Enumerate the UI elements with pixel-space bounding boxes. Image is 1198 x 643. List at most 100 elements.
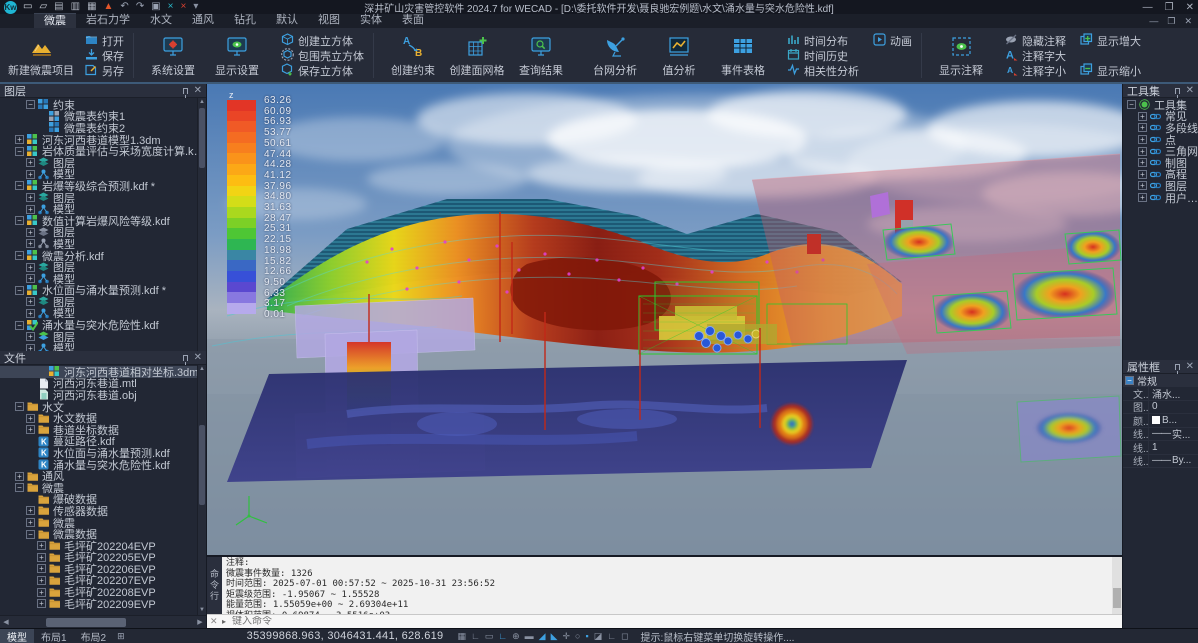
new-file-icon[interactable]: ▭: [23, 0, 32, 14]
ortho-mode-toggle-icon[interactable]: ∟: [498, 629, 507, 643]
layers-close-icon[interactable]: ✕: [194, 86, 202, 96]
files-hscrollbar[interactable]: ◀ ▶: [0, 615, 206, 628]
polar-tracking-toggle-icon[interactable]: ⊕: [512, 629, 520, 643]
toolset-tree-item[interactable]: +用户扩展: [1123, 192, 1198, 204]
tree-expander-icon[interactable]: +: [37, 553, 46, 562]
layer-tree-item[interactable]: −涌水量与突水危险性.kdf: [0, 319, 206, 331]
menu-tab-微震[interactable]: 微震: [34, 13, 76, 28]
ribbon-button-台网分析[interactable]: 台网分析: [583, 30, 647, 81]
files-scrollbar[interactable]: ▲ ▼: [197, 365, 206, 615]
tree-expander-icon[interactable]: +: [15, 135, 24, 144]
tree-expander-icon[interactable]: +: [1138, 170, 1147, 179]
layer-tree-item[interactable]: −水位面与涌水量预测.kdf *: [0, 285, 206, 297]
ribbon-button-注释字小[interactable]: A注释字小: [1005, 63, 1066, 78]
tree-expander-icon[interactable]: +: [1138, 123, 1147, 132]
ribbon-button-时间分布[interactable]: 时间分布: [787, 33, 859, 48]
tree-expander-icon[interactable]: +: [26, 193, 35, 202]
tree-expander-icon[interactable]: −: [26, 530, 35, 539]
ribbon-button-相关性分析[interactable]: 相关性分析: [787, 63, 859, 78]
file-tree-item[interactable]: −微震: [0, 482, 206, 494]
restore-button[interactable]: ❐: [1165, 2, 1174, 13]
menu-tab-岩石力学[interactable]: 岩石力学: [76, 13, 140, 28]
close-view-icon[interactable]: ×: [168, 0, 174, 14]
file-tree-item[interactable]: K涌水量与突水危险性.kdf: [0, 459, 206, 471]
ribbon-button-显示增大[interactable]: 显示增大: [1080, 33, 1141, 48]
tree-expander-icon[interactable]: −: [26, 100, 35, 109]
ribbon-button-创建立方体[interactable]: 创建立方体: [281, 33, 364, 48]
tree-expander-icon[interactable]: +: [1138, 135, 1147, 144]
doc-close-button[interactable]: ✕: [1184, 16, 1192, 27]
tree-expander-icon[interactable]: +: [26, 506, 35, 515]
tree-expander-icon[interactable]: +: [26, 239, 35, 248]
snap-tracking-toggle-icon[interactable]: ◣: [551, 629, 558, 643]
save-icon[interactable]: ▤: [54, 0, 63, 14]
close-button[interactable]: ✕: [1186, 2, 1194, 13]
ribbon-button-隐藏注释[interactable]: 隐藏注释: [1005, 33, 1066, 48]
tree-expander-icon[interactable]: −: [15, 181, 24, 190]
tree-expander-icon[interactable]: +: [37, 599, 46, 608]
tree-expander-icon[interactable]: +: [1138, 158, 1147, 167]
open-file-icon[interactable]: ▱: [39, 0, 47, 14]
file-tree-item[interactable]: 河西河东巷道.obj: [0, 389, 206, 401]
tree-expander-icon[interactable]: −: [1127, 100, 1136, 109]
toolset-close-icon[interactable]: ✕: [1186, 86, 1194, 96]
toolset-pin-icon[interactable]: [1175, 88, 1180, 94]
ribbon-button-事件表格[interactable]: 事件表格: [711, 30, 775, 81]
menu-tab-钻孔[interactable]: 钻孔: [224, 13, 266, 28]
ribbon-button-创建面网格[interactable]: 创建面网格: [445, 30, 509, 81]
ribbon-button-包围壳立方体[interactable]: 包围壳立方体: [281, 48, 364, 63]
menu-tab-表面[interactable]: 表面: [392, 13, 434, 28]
tree-expander-icon[interactable]: +: [26, 309, 35, 318]
tree-expander-icon[interactable]: −: [15, 286, 24, 295]
tree-expander-icon[interactable]: +: [26, 344, 35, 351]
minimize-button[interactable]: —: [1143, 2, 1153, 13]
view-tab-布局1[interactable]: 布局1: [34, 629, 74, 643]
redo-icon[interactable]: ↷: [136, 0, 144, 14]
undo-icon[interactable]: ↶: [120, 0, 128, 14]
ribbon-button-新建微震项目[interactable]: 新建微震项目: [9, 30, 73, 81]
ribbon-button-系统设置[interactable]: 系统设置: [141, 30, 205, 81]
tree-expander-icon[interactable]: +: [37, 564, 46, 573]
files-close-icon[interactable]: ✕: [194, 353, 202, 363]
ribbon-button-动画[interactable]: 动画: [873, 33, 912, 48]
tree-expander-icon[interactable]: −: [15, 402, 24, 411]
tree-expander-icon[interactable]: +: [1138, 193, 1147, 202]
tree-expander-icon[interactable]: +: [37, 588, 46, 597]
tree-expander-icon[interactable]: +: [26, 332, 35, 341]
close-doc-icon[interactable]: ×: [181, 0, 187, 14]
lineweight-toggle-icon[interactable]: ✛: [563, 629, 571, 643]
tree-expander-icon[interactable]: −: [15, 147, 24, 156]
layer-tree-item[interactable]: −微震分析.kdf: [0, 250, 206, 262]
ribbon-button-时间历史[interactable]: 时间历史: [787, 48, 859, 63]
doc-restore-button[interactable]: ❐: [1167, 16, 1175, 27]
tree-expander-icon[interactable]: +: [26, 414, 35, 423]
menu-tab-视图[interactable]: 视图: [308, 13, 350, 28]
save-as-icon[interactable]: ▥: [71, 0, 80, 14]
viewport-3d-scene[interactable]: z 63.2660.0956.9353.7750.6147.4444.2841.…: [207, 84, 1122, 555]
menu-tab-通风[interactable]: 通风: [182, 13, 224, 28]
ribbon-button-创建约束[interactable]: AB创建约束: [381, 30, 445, 81]
layer-tree-item[interactable]: −数值计算岩爆风险等级.kdf: [0, 215, 206, 227]
menu-tab-默认[interactable]: 默认: [266, 13, 308, 28]
tree-expander-icon[interactable]: +: [37, 541, 46, 550]
tree-expander-icon[interactable]: +: [26, 274, 35, 283]
tree-expander-icon[interactable]: +: [1138, 181, 1147, 190]
tree-expander-icon[interactable]: +: [26, 228, 35, 237]
tree-expander-icon[interactable]: +: [26, 205, 35, 214]
properties-close-icon[interactable]: ✕: [1186, 362, 1194, 372]
view-tab-布局2[interactable]: 布局2: [74, 629, 114, 643]
layer-tree-item[interactable]: +模型: [0, 342, 206, 351]
ribbon-button-保存立方体[interactable]: 保存立方体: [281, 63, 364, 78]
tree-expander-icon[interactable]: +: [26, 425, 35, 434]
doc-minimize-button[interactable]: —: [1149, 16, 1158, 27]
ribbon-button-注释字大[interactable]: A注释字大: [1005, 48, 1066, 63]
ribbon-button-另存[interactable]: 另存: [85, 63, 124, 78]
snap-mode-toggle-icon[interactable]: ∟: [471, 629, 480, 643]
ribbon-button-查询结果[interactable]: 查询结果: [509, 30, 573, 81]
menu-tab-水文[interactable]: 水文: [140, 13, 182, 28]
tree-expander-icon[interactable]: +: [26, 297, 35, 306]
console-tab[interactable]: 命令行: [207, 557, 222, 614]
view-tab-模型[interactable]: 模型: [0, 629, 34, 643]
ribbon-button-保存[interactable]: 保存: [85, 48, 124, 63]
object-snap-toggle-icon[interactable]: ▬: [525, 629, 534, 643]
